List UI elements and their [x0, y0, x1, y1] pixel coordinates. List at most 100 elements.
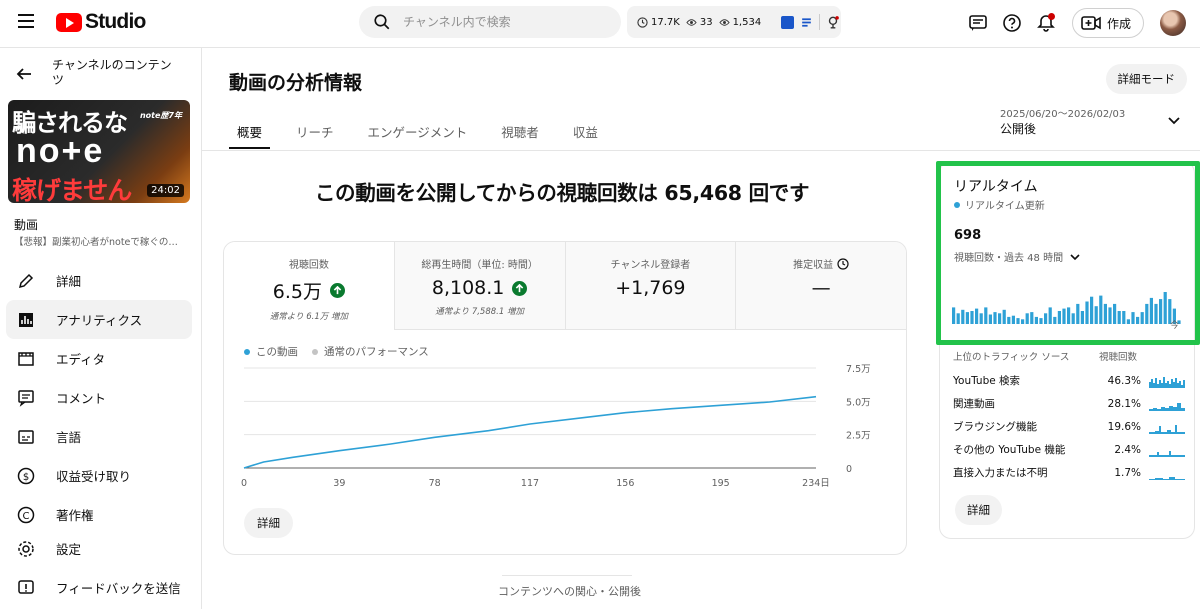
- realtime-bar[interactable]: [1071, 313, 1075, 324]
- extension-trophy-icon[interactable]: [826, 15, 840, 29]
- realtime-bar[interactable]: [1085, 301, 1089, 325]
- realtime-bar[interactable]: [1048, 307, 1052, 324]
- comment-icon: [16, 388, 36, 408]
- realtime-bar[interactable]: [1039, 318, 1043, 324]
- search-bar[interactable]: [359, 6, 621, 38]
- extension-stats[interactable]: 17.7K 33 1,534: [627, 6, 841, 38]
- realtime-bar[interactable]: [1126, 319, 1130, 324]
- traffic-row[interactable]: YouTube 検索 46.3%: [953, 369, 1185, 392]
- tab-audience[interactable]: 視聴者: [493, 112, 547, 149]
- realtime-bar[interactable]: [1113, 303, 1117, 324]
- date-range-label[interactable]: 公開後: [1000, 120, 1036, 137]
- realtime-bar[interactable]: [1057, 311, 1061, 324]
- sidebar-item-languages[interactable]: 言語: [6, 417, 192, 456]
- realtime-bar[interactable]: [965, 312, 969, 324]
- traffic-row[interactable]: ブラウジング機能 19.6%: [953, 415, 1185, 438]
- realtime-bar[interactable]: [993, 312, 997, 324]
- help-icon[interactable]: [1000, 11, 1024, 35]
- realtime-bar[interactable]: [1011, 315, 1015, 324]
- realtime-bar[interactable]: [1016, 318, 1020, 324]
- realtime-period-dropdown[interactable]: 視聴回数・過去 48 時間: [954, 249, 1081, 264]
- sidebar-item-monetization[interactable]: $ 収益受け取り: [6, 456, 192, 495]
- menu-icon[interactable]: [18, 14, 34, 28]
- realtime-bar[interactable]: [1117, 311, 1121, 324]
- traffic-sources: 上位のトラフィック ソース 視聴回数 YouTube 検索 46.3% 関連動画 2…: [953, 349, 1185, 484]
- realtime-bar[interactable]: [1154, 303, 1158, 324]
- traffic-row[interactable]: 関連動画 28.1%: [953, 392, 1185, 415]
- sidebar-item-comments[interactable]: コメント: [6, 378, 192, 417]
- studio-logo[interactable]: Studio: [56, 10, 146, 34]
- realtime-bar[interactable]: [1021, 319, 1025, 324]
- realtime-bar[interactable]: [1044, 313, 1048, 324]
- video-thumbnail[interactable]: 騙されるな note歴7年 no+e 稼げません 24:02: [8, 100, 190, 203]
- realtime-bar[interactable]: [975, 308, 979, 324]
- realtime-bar[interactable]: [1076, 303, 1080, 324]
- extension-iq-icon[interactable]: [781, 15, 795, 29]
- legend-this-video[interactable]: この動画: [244, 344, 298, 359]
- tab-overview[interactable]: 概要: [229, 112, 271, 149]
- realtime-bar[interactable]: [1136, 316, 1140, 324]
- realtime-bar[interactable]: [1067, 307, 1071, 324]
- date-range-text[interactable]: 2025/06/20～2026/02/03: [1000, 105, 1125, 120]
- series-line-this-video: [243, 395, 817, 469]
- notifications-icon[interactable]: [1034, 11, 1058, 35]
- sidebar-item-details[interactable]: 詳細: [6, 261, 192, 300]
- realtime-bar[interactable]: [998, 313, 1002, 324]
- traffic-row[interactable]: その他の YouTube 機能 2.4%: [953, 438, 1185, 461]
- realtime-bar[interactable]: [1025, 313, 1029, 324]
- advanced-mode-button[interactable]: 詳細モード: [1105, 64, 1187, 94]
- tab-revenue[interactable]: 収益: [565, 112, 606, 149]
- realtime-bar[interactable]: [1108, 307, 1112, 324]
- sidebar-item-analytics[interactable]: アナリティクス: [6, 300, 192, 339]
- realtime-bar[interactable]: [961, 309, 965, 324]
- realtime-bar[interactable]: [1159, 299, 1163, 324]
- metric-watch-time[interactable]: 総再生時間（単位: 時間） 8,108.1 通常より 7,588.1 増加: [394, 242, 566, 330]
- realtime-bar[interactable]: [1090, 296, 1094, 324]
- chevron-down-icon[interactable]: [1166, 113, 1182, 129]
- search-input[interactable]: [403, 12, 603, 32]
- realtime-bar[interactable]: [1030, 312, 1034, 324]
- realtime-bar[interactable]: [952, 307, 956, 324]
- create-button[interactable]: 作成: [1071, 8, 1144, 38]
- metric-revenue[interactable]: 推定収益 —: [736, 242, 906, 330]
- realtime-bar[interactable]: [1145, 303, 1149, 324]
- chart-detail-button[interactable]: 詳細: [244, 508, 293, 538]
- realtime-bar[interactable]: [970, 311, 974, 324]
- realtime-detail-button[interactable]: 詳細: [955, 495, 1002, 525]
- legend-typical[interactable]: 通常のパフォーマンス: [312, 344, 429, 359]
- metric-subscribers[interactable]: チャンネル登録者 +1,769: [565, 242, 737, 330]
- realtime-bar[interactable]: [984, 307, 988, 324]
- sidebar-item-settings[interactable]: 設定: [6, 529, 192, 568]
- realtime-bar[interactable]: [1163, 292, 1167, 324]
- realtime-bar[interactable]: [1140, 312, 1144, 324]
- realtime-bar[interactable]: [979, 313, 983, 324]
- realtime-bar[interactable]: [1002, 309, 1006, 324]
- back-arrow-icon[interactable]: [14, 64, 34, 84]
- realtime-bar[interactable]: [1149, 297, 1153, 324]
- extension-list-icon[interactable]: [800, 16, 813, 29]
- realtime-bar[interactable]: [1053, 316, 1057, 324]
- realtime-bar[interactable]: [1094, 306, 1098, 324]
- metric-views[interactable]: 視聴回数 6.5万 通常より 6.1万 増加: [224, 242, 395, 330]
- realtime-bar[interactable]: [988, 314, 992, 325]
- messages-icon[interactable]: [966, 11, 990, 35]
- x-tick-label: 234日: [802, 478, 830, 489]
- search-icon[interactable]: [373, 13, 391, 31]
- tab-engagement[interactable]: エンゲージメント: [360, 112, 476, 149]
- realtime-bar[interactable]: [1099, 295, 1103, 324]
- realtime-bar[interactable]: [1103, 303, 1107, 324]
- realtime-bar[interactable]: [1131, 312, 1135, 324]
- realtime-bar[interactable]: [1080, 311, 1084, 324]
- realtime-bar[interactable]: [1007, 316, 1011, 324]
- sidebar-item-feedback[interactable]: フィードバックを送信: [6, 568, 192, 607]
- avatar[interactable]: [1160, 10, 1186, 36]
- traffic-row[interactable]: 直接入力または不明 1.7%: [953, 461, 1185, 484]
- tab-reach[interactable]: リーチ: [288, 112, 342, 149]
- realtime-bar[interactable]: [1122, 311, 1126, 324]
- realtime-bar[interactable]: [956, 313, 960, 324]
- realtime-bar[interactable]: [1062, 308, 1066, 324]
- sidebar-item-editor[interactable]: エディタ: [6, 339, 192, 378]
- back-to-content[interactable]: チャンネルのコンテンツ: [14, 58, 182, 88]
- realtime-bar[interactable]: [1034, 316, 1038, 324]
- chevron-down-icon[interactable]: [1069, 251, 1081, 263]
